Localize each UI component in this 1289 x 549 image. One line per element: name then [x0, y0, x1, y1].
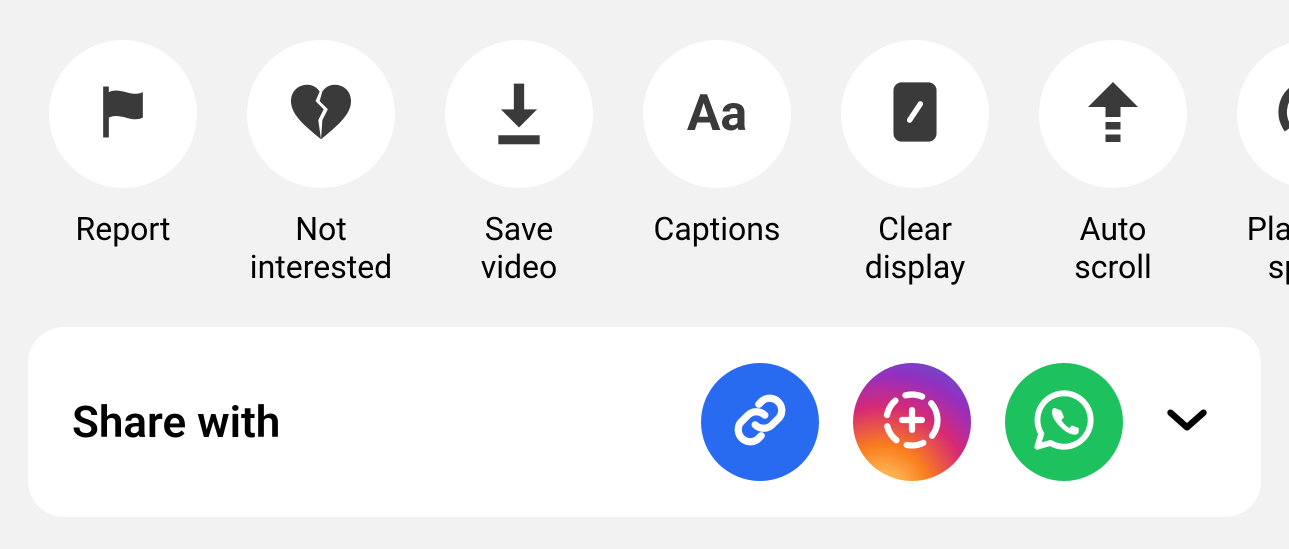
- clear-display-icon: [887, 77, 943, 151]
- share-title: Share with: [72, 396, 667, 448]
- report-button[interactable]: Report: [48, 40, 198, 248]
- speed-gauge-icon: [1277, 78, 1289, 150]
- not-interested-button[interactable]: Not interested: [246, 40, 396, 287]
- instagram-story-add-icon: [878, 386, 946, 458]
- link-icon: [731, 391, 789, 453]
- playback-speed-button[interactable]: Playback speed: [1236, 40, 1289, 287]
- whatsapp-icon: [1032, 388, 1096, 456]
- download-icon: [488, 78, 550, 150]
- not-interested-icon-circle: [247, 40, 395, 188]
- report-label: Report: [76, 210, 171, 248]
- playback-speed-icon-circle: [1237, 40, 1289, 188]
- clear-display-button[interactable]: Clear display: [840, 40, 990, 287]
- actions-row: Report Not interested Save video: [0, 0, 1289, 297]
- save-video-icon-circle: [445, 40, 593, 188]
- auto-scroll-arrow-icon: [1083, 76, 1143, 152]
- auto-scroll-icon-circle: [1039, 40, 1187, 188]
- chevron-down-icon: [1165, 406, 1209, 438]
- broken-heart-icon: [287, 82, 355, 146]
- instagram-stories-button[interactable]: [853, 363, 971, 481]
- clear-display-label: Clear display: [865, 210, 965, 287]
- auto-scroll-button[interactable]: Auto scroll: [1038, 40, 1188, 287]
- copy-link-button[interactable]: [701, 363, 819, 481]
- flag-icon: [89, 78, 157, 150]
- save-video-label: Save video: [444, 210, 594, 287]
- captions-button[interactable]: Aa Captions: [642, 40, 792, 248]
- whatsapp-button[interactable]: [1005, 363, 1123, 481]
- clear-display-icon-circle: [841, 40, 989, 188]
- captions-aa-icon: Aa: [687, 89, 747, 139]
- not-interested-label: Not interested: [250, 210, 392, 287]
- playback-speed-label: Playback speed: [1247, 210, 1289, 287]
- captions-label: Captions: [654, 210, 781, 248]
- share-card: Share with: [28, 327, 1261, 517]
- report-icon-circle: [49, 40, 197, 188]
- save-video-button[interactable]: Save video: [444, 40, 594, 287]
- expand-share-button[interactable]: [1157, 406, 1217, 438]
- auto-scroll-label: Auto scroll: [1038, 210, 1188, 287]
- captions-icon-circle: Aa: [643, 40, 791, 188]
